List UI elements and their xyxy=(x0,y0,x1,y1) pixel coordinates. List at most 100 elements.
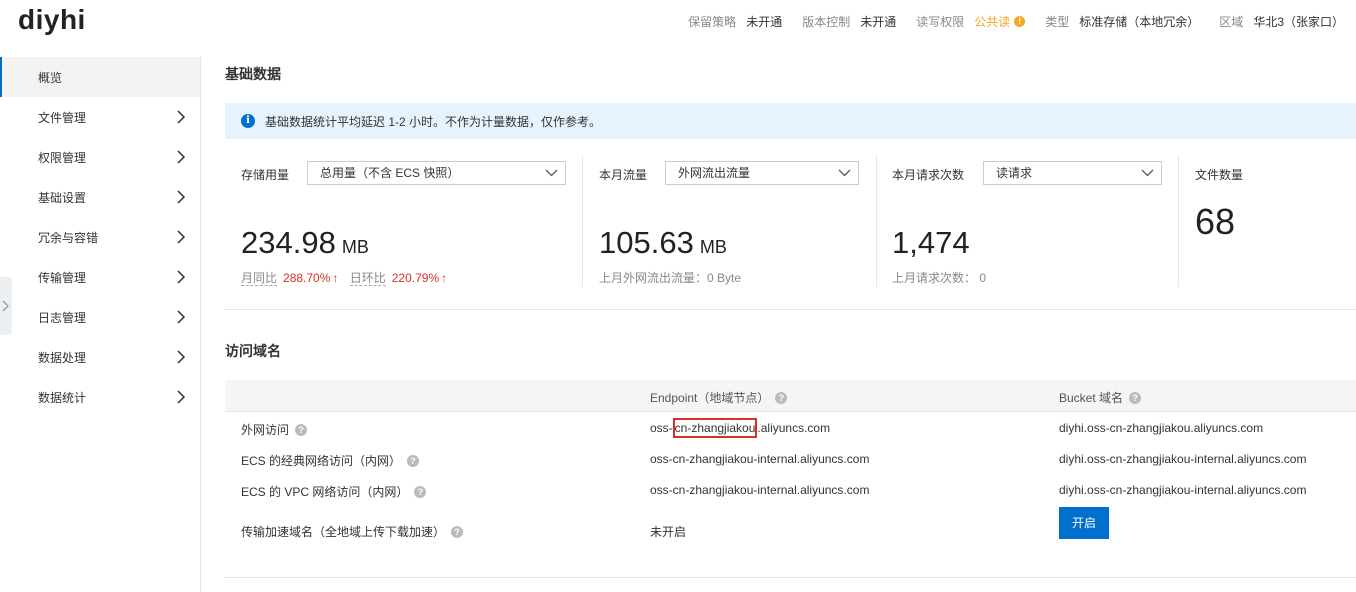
help-icon[interactable]: ? xyxy=(414,485,427,498)
chevron-right-icon xyxy=(177,390,186,404)
qoq-label: 日环比 xyxy=(349,271,386,286)
sidebar-item-label: 文件管理 xyxy=(38,110,87,125)
bucket-column-header: Bucket 域名? xyxy=(1059,389,1142,406)
stats-panel: 存储用量 总用量（不含 ECS 快照） 234.98 MB 月同比 288.70% ↑… xyxy=(225,155,1356,287)
sidebar-item-basic-settings[interactable]: 基础设置 xyxy=(0,177,200,217)
requests-label: 本月请求次数 xyxy=(892,168,965,182)
meta-retention: 保留策略 未开通 xyxy=(688,13,782,30)
row-name: 外网访问? xyxy=(241,421,308,438)
help-icon[interactable]: ? xyxy=(295,423,308,436)
meta-label: 区域 xyxy=(1219,15,1244,29)
endpoint-value[interactable]: oss-cn-zhangjiakou-internal.aliyuncs.com xyxy=(650,483,869,497)
sidebar-item-label: 基础设置 xyxy=(38,190,87,205)
mom-value: 288.70% xyxy=(283,271,331,285)
row-name-text: 传输加速域名（全地域上传下载加速） xyxy=(241,525,446,539)
endpoint-column-header: Endpoint（地域节点）? xyxy=(650,389,788,406)
meta-value: 公共读 xyxy=(974,15,1011,29)
meta-region: 区域 华北3（张家口） xyxy=(1219,13,1344,30)
sidebar-item-overview[interactable]: 概览 xyxy=(0,57,200,97)
meta-label: 保留策略 xyxy=(688,15,737,29)
help-icon[interactable]: ? xyxy=(451,525,464,538)
meta-versioning: 版本控制 未开通 xyxy=(802,13,896,30)
sidebar-item-redundancy[interactable]: 冗余与容错 xyxy=(0,217,200,257)
warning-icon[interactable]: ! xyxy=(1014,16,1026,27)
traffic-unit: MB xyxy=(699,237,727,257)
help-icon[interactable]: ? xyxy=(407,454,420,467)
divider xyxy=(225,309,1356,310)
row-name-text: 外网访问 xyxy=(241,423,290,437)
bucket-domain-value[interactable]: diyhi.oss-cn-zhangjiakou-internal.aliyun… xyxy=(1059,483,1306,497)
storage-compare: 月同比 288.70% ↑ 日环比 220.79% ↑ xyxy=(241,269,447,286)
meta-label: 类型 xyxy=(1045,15,1070,29)
table-row: ECS 的经典网络访问（内网）? oss-cn-zhangjiakou-inte… xyxy=(225,443,1356,474)
help-icon[interactable]: ? xyxy=(1129,391,1142,404)
sidebar-item-label: 权限管理 xyxy=(38,150,87,165)
meta-type: 类型 标准存储（本地冗余） xyxy=(1045,13,1199,30)
sidebar-item-files[interactable]: 文件管理 xyxy=(0,97,200,137)
bucket-name: diyhi xyxy=(18,4,86,35)
chevron-right-icon xyxy=(177,190,186,204)
table-row: 传输加速域名（全地域上传下载加速）? 未开启 开启 xyxy=(225,507,1356,553)
divider xyxy=(225,577,1356,578)
sidebar-collapse-handle[interactable] xyxy=(0,277,12,335)
divider xyxy=(1178,155,1179,287)
sidebar-item-data-processing[interactable]: 数据处理 xyxy=(0,337,200,377)
qoq-value: 220.79% xyxy=(391,271,440,285)
traffic-value: 105.63 MB xyxy=(599,225,727,261)
row-name: ECS 的经典网络访问（内网）? xyxy=(241,452,420,469)
sidebar-item-label: 冗余与容错 xyxy=(38,230,99,245)
arrow-up-icon: ↑ xyxy=(332,271,339,285)
sidebar-item-transfer[interactable]: 传输管理 xyxy=(0,257,200,297)
highlighted-region-code: cn-zhangjiakou xyxy=(672,418,758,438)
enable-acceleration-button[interactable]: 开启 xyxy=(1059,507,1109,539)
meta-label: 读写权限 xyxy=(916,15,965,29)
sidebar-item-permissions[interactable]: 权限管理 xyxy=(0,137,200,177)
table-row: ECS 的 VPC 网络访问（内网）? oss-cn-zhangjiakou-i… xyxy=(225,474,1356,505)
storage-number: 234.98 xyxy=(241,225,336,260)
sidebar-item-label: 日志管理 xyxy=(38,310,87,325)
sidebar-item-logs[interactable]: 日志管理 xyxy=(0,297,200,337)
traffic-label: 本月流量 xyxy=(599,168,648,182)
basic-data-title: 基础数据 xyxy=(225,66,281,82)
sidebar-item-label: 数据处理 xyxy=(38,350,87,365)
chevron-down-icon xyxy=(838,169,851,177)
chevron-right-icon xyxy=(177,310,186,324)
traffic-select-value: 外网流出流量 xyxy=(678,166,751,180)
divider xyxy=(876,155,877,287)
row-name-text: ECS 的 VPC 网络访问（内网） xyxy=(241,485,409,499)
table-row: 外网访问? oss-cn-zhangjiakou .aliyuncs.com di… xyxy=(225,412,1356,443)
files-value: 68 xyxy=(1195,201,1236,242)
bucket-domain-value[interactable]: diyhi.oss-cn-zhangjiakou-internal.aliyun… xyxy=(1059,452,1306,466)
row-name-text: ECS 的经典网络访问（内网） xyxy=(241,454,402,468)
meta-value: 华北3（张家口） xyxy=(1253,15,1344,29)
divider xyxy=(582,155,583,287)
chevron-right-icon xyxy=(177,350,186,364)
endpoint-value[interactable]: oss-cn-zhangjiakou-internal.aliyuncs.com xyxy=(650,452,869,466)
chevron-right-icon xyxy=(177,230,186,244)
row-name: 传输加速域名（全地域上传下载加速）? xyxy=(241,523,464,540)
storage-value: 234.98 MB xyxy=(241,225,369,261)
sidebar-item-data-stats[interactable]: 数据统计 xyxy=(0,377,200,417)
sidebar: 概览 文件管理 权限管理 基础设置 冗余与容错 传输管理 日志管理 数据处理 数… xyxy=(0,57,201,592)
domains-title: 访问域名 xyxy=(225,343,281,359)
traffic-last-month: 上月外网流出流量：0 Byte xyxy=(599,271,742,285)
requests-type-select[interactable]: 读请求 xyxy=(983,161,1162,185)
traffic-type-select[interactable]: 外网流出流量 xyxy=(665,161,859,185)
endpoint-value[interactable]: oss-cn-zhangjiakou .aliyuncs.com xyxy=(650,418,831,438)
requests-value: 1,474 xyxy=(892,225,970,260)
bucket-domain-value[interactable]: diyhi.oss-cn-zhangjiakou.aliyuncs.com xyxy=(1059,421,1263,435)
mom-label: 月同比 xyxy=(241,271,278,286)
domains-table: Endpoint（地域节点）? Bucket 域名? 外网访问? oss-cn-… xyxy=(225,380,1356,553)
meta-value: 未开通 xyxy=(746,15,783,29)
meta-label: 版本控制 xyxy=(802,15,851,29)
chevron-right-icon xyxy=(177,270,186,284)
storage-type-select[interactable]: 总用量（不含 ECS 快照） xyxy=(307,161,566,185)
chevron-right-icon xyxy=(2,300,9,312)
endpoint-suffix: .aliyuncs.com xyxy=(757,421,831,435)
sidebar-item-label: 数据统计 xyxy=(38,390,87,405)
row-name: ECS 的 VPC 网络访问（内网）? xyxy=(241,483,427,500)
help-icon[interactable]: ? xyxy=(775,391,788,404)
storage-label: 存储用量 xyxy=(241,168,290,182)
info-icon: i xyxy=(241,114,255,128)
storage-select-value: 总用量（不含 ECS 快照） xyxy=(320,166,460,180)
